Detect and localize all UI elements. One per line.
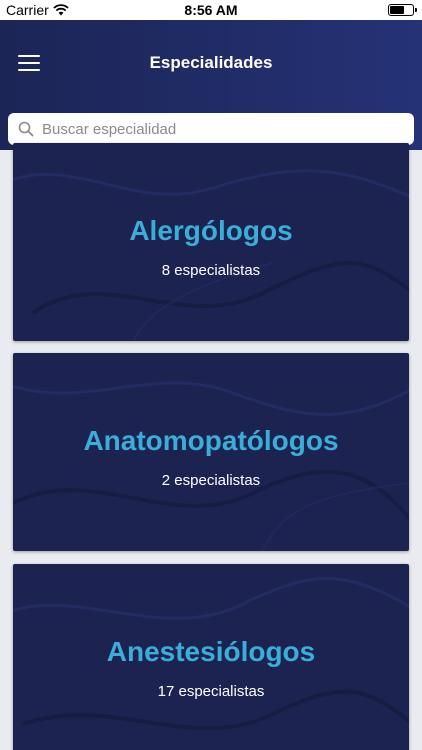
- specialty-name: Anatomopatólogos: [83, 425, 339, 456]
- search-bar[interactable]: [8, 113, 414, 145]
- search-icon: [18, 121, 34, 137]
- status-time: 8:56 AM: [184, 2, 238, 18]
- specialty-card[interactable]: Anatomopatólogos 2 especialistas: [13, 353, 409, 551]
- status-bar: Carrier 8:56 AM: [0, 0, 422, 20]
- page-title: Especialidades: [149, 53, 273, 72]
- specialist-count: 8 especialistas: [161, 262, 261, 279]
- specialty-card[interactable]: Anestesiólogos 17 especialistas: [13, 564, 409, 750]
- battery-icon: [388, 4, 417, 16]
- navigation-bar: Especialidades: [0, 20, 422, 150]
- specialty-name: Anestesiólogos: [106, 636, 316, 667]
- specialty-card[interactable]: Alergólogos 8 especialistas: [13, 143, 409, 341]
- specialty-name: Alergólogos: [129, 215, 293, 246]
- specialist-count: 2 especialistas: [161, 472, 261, 489]
- search-input[interactable]: [42, 120, 414, 138]
- specialist-count: 17 especialistas: [157, 683, 265, 700]
